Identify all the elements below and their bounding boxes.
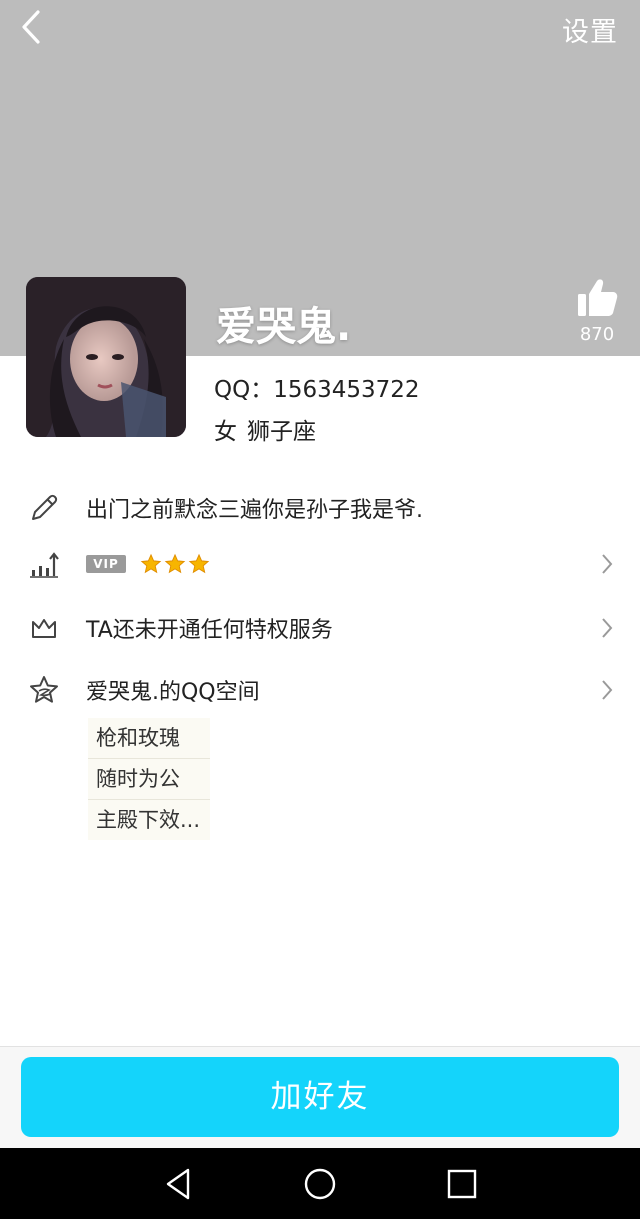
avatar[interactable] (26, 277, 186, 437)
nickname: 爱哭鬼. (216, 304, 352, 350)
like-button[interactable]: 870 (568, 278, 626, 345)
qq-label: QQ： (214, 377, 274, 403)
chevron-left-icon (22, 10, 40, 44)
qzone-preview-line: 随时为公 (88, 759, 210, 800)
star-outline-icon (28, 674, 60, 706)
qzone-preview-line: 枪和玫瑰 (88, 718, 210, 759)
vip-badge: VIP (86, 555, 126, 573)
qzone-row[interactable]: 爱哭鬼.的QQ空间 (0, 660, 640, 720)
qzone-text: 爱哭鬼.的QQ空间 (86, 680, 260, 705)
settings-button[interactable]: 设置 (562, 10, 618, 49)
add-friend-button[interactable]: 加好友 (21, 1057, 619, 1137)
nav-home-icon[interactable] (302, 1166, 338, 1202)
nav-recents-icon[interactable] (444, 1166, 480, 1202)
nav-back-icon[interactable] (160, 1166, 196, 1202)
privilege-row[interactable]: TA还未开通任何特权服务 (0, 598, 640, 658)
like-count: 870 (579, 324, 615, 345)
qzone-preview-line: 主殿下效... (96, 808, 201, 832)
signature-row: 出门之前默念三遍你是孙子我是爷. (0, 478, 640, 538)
zodiac: 狮子座 (247, 419, 316, 445)
gender-zodiac-line: 女狮子座 (214, 412, 316, 446)
system-navigation-bar (0, 1148, 640, 1219)
gender: 女 (214, 419, 237, 445)
crown-icon (28, 612, 60, 644)
qq-number: 1563453722 (273, 377, 420, 403)
qq-number-line: QQ：1563453722 (214, 370, 420, 404)
vip-level-row[interactable]: VIP (0, 534, 640, 594)
privilege-text: TA还未开通任何特权服务 (86, 618, 333, 643)
star-icon (188, 553, 210, 574)
star-icon (140, 553, 162, 574)
back-button[interactable] (14, 8, 48, 46)
pencil-icon (28, 492, 60, 524)
chevron-right-icon (602, 680, 613, 700)
level-chart-icon (28, 548, 60, 580)
vip-stars (140, 553, 210, 575)
star-icon (164, 553, 186, 574)
signature-text: 出门之前默念三遍你是孙子我是爷. (86, 498, 423, 523)
chevron-right-icon (602, 554, 613, 574)
thumbs-up-icon (578, 279, 618, 316)
chevron-right-icon (602, 618, 613, 638)
qzone-preview-card[interactable]: 枪和玫瑰 随时为公 主殿下效... (88, 718, 210, 840)
